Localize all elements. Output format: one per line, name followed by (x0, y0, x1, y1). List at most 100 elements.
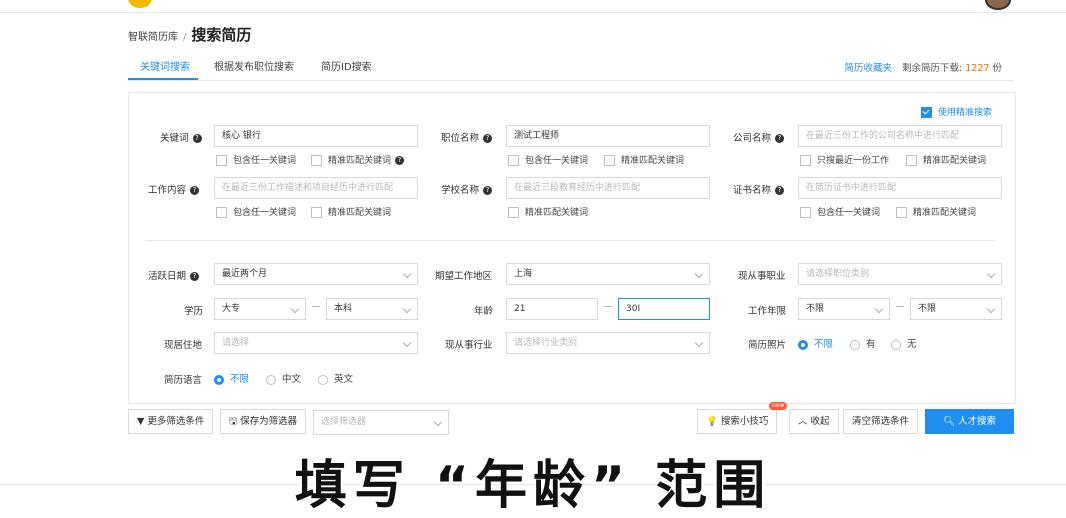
language-option-any[interactable]: 不限 (214, 371, 249, 385)
checkbox-icon (508, 207, 519, 218)
certificate-label: 证书名称? (733, 182, 785, 196)
active-date-select[interactable]: 最近两个月 (214, 263, 418, 285)
school-input[interactable]: 在最近三段教育经历中进行匹配 (506, 177, 710, 199)
precise-search-checkbox[interactable]: 使用精准搜索 (921, 105, 992, 118)
chevron-down-icon (986, 304, 996, 314)
talent-search-button[interactable]: 🔍︎ 人才搜索 (925, 409, 1014, 434)
certificate-any-checkbox[interactable]: 包含任一关键词 (800, 205, 880, 218)
language-option-chinese[interactable]: 中文 (266, 371, 301, 385)
work-content-input[interactable]: 在最近三份工作描述和项目经历中进行匹配 (214, 177, 418, 199)
remaining-count: 1227 (965, 63, 990, 74)
keyword-input[interactable]: 核心 银行 (214, 125, 418, 147)
help-icon[interactable]: ? (190, 186, 200, 195)
filter-select[interactable]: 选择筛选器 (313, 410, 449, 435)
radio-selected-icon (214, 374, 224, 385)
photo-option-any[interactable]: 不限 (798, 336, 833, 350)
chevron-down-icon (986, 269, 996, 279)
work-years-from-select[interactable]: 不限 (798, 298, 890, 320)
save-filter-button[interactable]: 🖫 保存为筛选器 (220, 409, 307, 434)
job-title-input[interactable]: 测试工程师 (506, 125, 710, 147)
checkbox-icon (311, 207, 322, 218)
new-badge: new (769, 402, 788, 410)
work-years-label: 工作年限 (748, 306, 787, 317)
chevron-down-icon (290, 304, 300, 314)
clear-filters-button[interactable]: 清空筛选条件 (843, 409, 919, 434)
company-input[interactable]: 在最近三份工作的公司名称中进行匹配 (798, 125, 1002, 147)
checkbox-icon (311, 155, 322, 166)
collapse-button[interactable]: ︿ 收起 (789, 409, 839, 434)
search-tips-button[interactable]: 💡 搜索小技巧 (697, 409, 778, 434)
chevron-down-icon (402, 304, 412, 314)
favorites-link[interactable]: 简历收藏夹 (845, 63, 893, 74)
work-content-any-checkbox[interactable]: 包含任一关键词 (216, 205, 296, 218)
school-exact-checkbox[interactable]: 精准匹配关键词 (508, 205, 588, 218)
more-filters-button[interactable]: ▼ 更多筛选条件 (128, 409, 214, 434)
company-exact-checkbox[interactable]: 精准匹配关键词 (906, 153, 986, 166)
precise-search-label: 使用精准搜索 (938, 108, 993, 118)
header-right: 简历收藏夹 剩余简历下载: 1227 份 (845, 60, 1002, 74)
help-icon[interactable]: ? (190, 272, 200, 281)
job-title-any-checkbox[interactable]: 包含任一关键词 (508, 153, 588, 166)
help-icon[interactable]: ? (192, 134, 202, 143)
radio-icon (318, 374, 328, 385)
checkbox-icon (216, 155, 227, 166)
company-label: 公司名称? (733, 130, 785, 144)
photo-option-no[interactable]: 无 (891, 336, 917, 350)
company-latest-checkbox[interactable]: 只搜最近一份工作 (800, 153, 889, 166)
page-title: 搜索简历 (191, 26, 252, 44)
lightbulb-icon: 💡 (706, 416, 718, 427)
work-content-exact-checkbox[interactable]: 精准匹配关键词 (311, 205, 391, 218)
age-label: 年龄 (474, 306, 494, 317)
language-label: 简历语言 (164, 375, 203, 386)
current-job-select[interactable]: 请选择职位类别 (798, 263, 1002, 285)
checkbox-icon (906, 155, 917, 166)
text-cursor: I (637, 304, 641, 314)
tab-job-based-search[interactable]: 根据发布职位搜索 (214, 58, 294, 73)
certificate-exact-checkbox[interactable]: 精准匹配关键词 (896, 205, 976, 218)
certificate-input[interactable]: 在简历证书中进行匹配 (798, 177, 1002, 199)
age-from-input[interactable]: 21 (506, 298, 598, 320)
keyword-any-checkbox[interactable]: 包含任一关键词 (216, 153, 296, 166)
language-option-english[interactable]: 英文 (318, 371, 353, 385)
current-job-label: 现从事职业 (738, 271, 786, 282)
education-label: 学历 (184, 306, 204, 317)
breadcrumb-parent[interactable]: 智联简历库 (128, 32, 178, 43)
search-panel: 使用精准搜索 关键词? 核心 银行 包含任一关键词 精准匹配关键词? 职位名称?… (128, 92, 1016, 404)
remaining-label: 剩余简历下载: (902, 63, 963, 74)
education-to-select[interactable]: 本科 (326, 298, 418, 320)
checkbox-icon (604, 155, 615, 166)
help-icon[interactable]: ? (395, 156, 405, 165)
industry-select[interactable]: 请选择行业类别 (506, 332, 710, 354)
checkbox-checked-icon (921, 107, 932, 118)
help-icon[interactable]: ? (483, 134, 493, 143)
photo-label: 简历照片 (748, 340, 787, 351)
remaining-unit: 份 (992, 63, 1002, 74)
active-tab-indicator (128, 78, 198, 80)
range-dash: — (311, 301, 321, 312)
job-title-exact-checkbox[interactable]: 精准匹配关键词 (604, 153, 684, 166)
range-dash: — (895, 301, 905, 312)
chevron-down-icon (433, 417, 443, 427)
education-from-select[interactable]: 大专 (214, 298, 306, 320)
tab-resume-id-search[interactable]: 简历ID搜索 (321, 58, 372, 73)
chevron-down-icon (402, 269, 412, 279)
photo-option-yes[interactable]: 有 (850, 336, 876, 350)
age-to-input[interactable]: 30I (618, 298, 710, 320)
keyword-exact-checkbox[interactable]: 精准匹配关键词? (311, 153, 405, 166)
expected-area-select[interactable]: 上海 (506, 263, 710, 285)
help-icon[interactable]: ? (483, 186, 493, 195)
checkbox-icon (508, 155, 519, 166)
help-icon[interactable]: ? (775, 134, 785, 143)
residence-label: 现居住地 (164, 340, 203, 351)
search-icon: 🔍︎ (942, 416, 955, 427)
help-icon[interactable]: ? (775, 186, 785, 195)
radio-icon (266, 374, 276, 385)
industry-label: 现从事行业 (445, 340, 493, 351)
residence-select[interactable]: 请选择 (214, 332, 418, 354)
filter-icon: ▼ (137, 416, 145, 427)
work-years-to-select[interactable]: 不限 (910, 298, 1002, 320)
tab-keyword-search[interactable]: 关键词搜索 (140, 58, 190, 73)
checkbox-icon (800, 155, 811, 166)
job-title-label: 职位名称? (441, 130, 493, 144)
work-content-label: 工作内容? (148, 182, 200, 196)
